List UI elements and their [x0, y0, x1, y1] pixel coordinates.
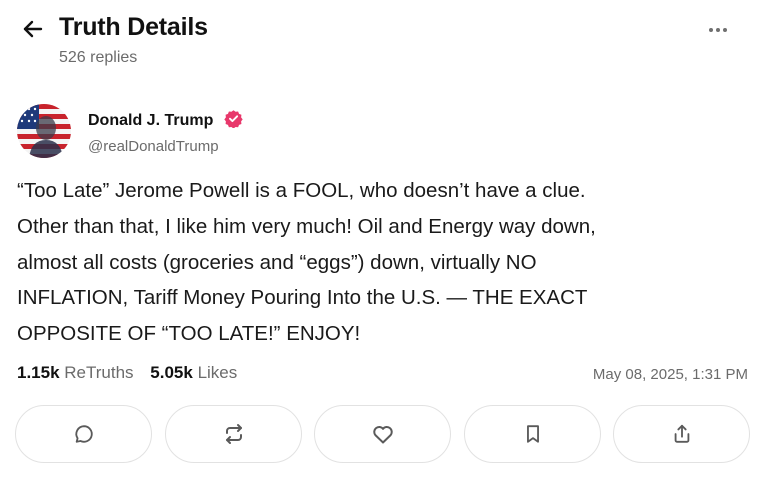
retruths-stat[interactable]: 1.15k ReTruths — [17, 363, 134, 382]
header: Truth Details 526 replies — [0, 0, 760, 80]
avatar[interactable] — [17, 104, 71, 158]
verified-badge-icon — [224, 110, 243, 128]
back-button[interactable] — [18, 14, 48, 44]
like-button[interactable] — [314, 405, 451, 463]
share-icon — [674, 424, 689, 443]
author-name[interactable]: Donald J. Trump — [88, 109, 243, 130]
arrow-left-icon — [23, 20, 43, 38]
bookmark-icon — [526, 425, 539, 443]
likes-stat[interactable]: 5.05k Likes — [150, 363, 237, 382]
more-horizontal-icon — [709, 28, 713, 32]
truth-details-page: Truth Details 526 replies Donald J. Trum… — [0, 0, 760, 477]
post-author: Donald J. Trump @realDonaldTrump — [0, 100, 760, 162]
retruth-button[interactable] — [165, 405, 302, 463]
page-title: Truth Details — [59, 13, 208, 41]
reply-count: 526 replies — [59, 49, 138, 66]
retruths-count: 1.15k — [17, 363, 60, 382]
retruths-label: ReTruths — [64, 363, 134, 382]
reply-icon — [74, 425, 93, 443]
like-icon — [372, 426, 393, 444]
retruth-icon — [225, 424, 242, 444]
post-timestamp: May 08, 2025, 1:31 PM — [592, 366, 748, 383]
post-stats: 1.15k ReTruths 5.05k Likes — [17, 363, 249, 383]
author-handle[interactable]: @realDonaldTrump — [88, 138, 219, 155]
share-button[interactable] — [613, 405, 750, 463]
reply-button[interactable] — [15, 405, 152, 463]
likes-label: Likes — [197, 363, 238, 382]
likes-count: 5.05k — [150, 363, 193, 382]
post-text: “Too Late” Jerome Powell is a FOOL, who … — [17, 179, 596, 346]
bookmark-button[interactable] — [464, 405, 601, 463]
more-options-button[interactable] — [700, 16, 736, 44]
post-actions — [15, 405, 751, 465]
